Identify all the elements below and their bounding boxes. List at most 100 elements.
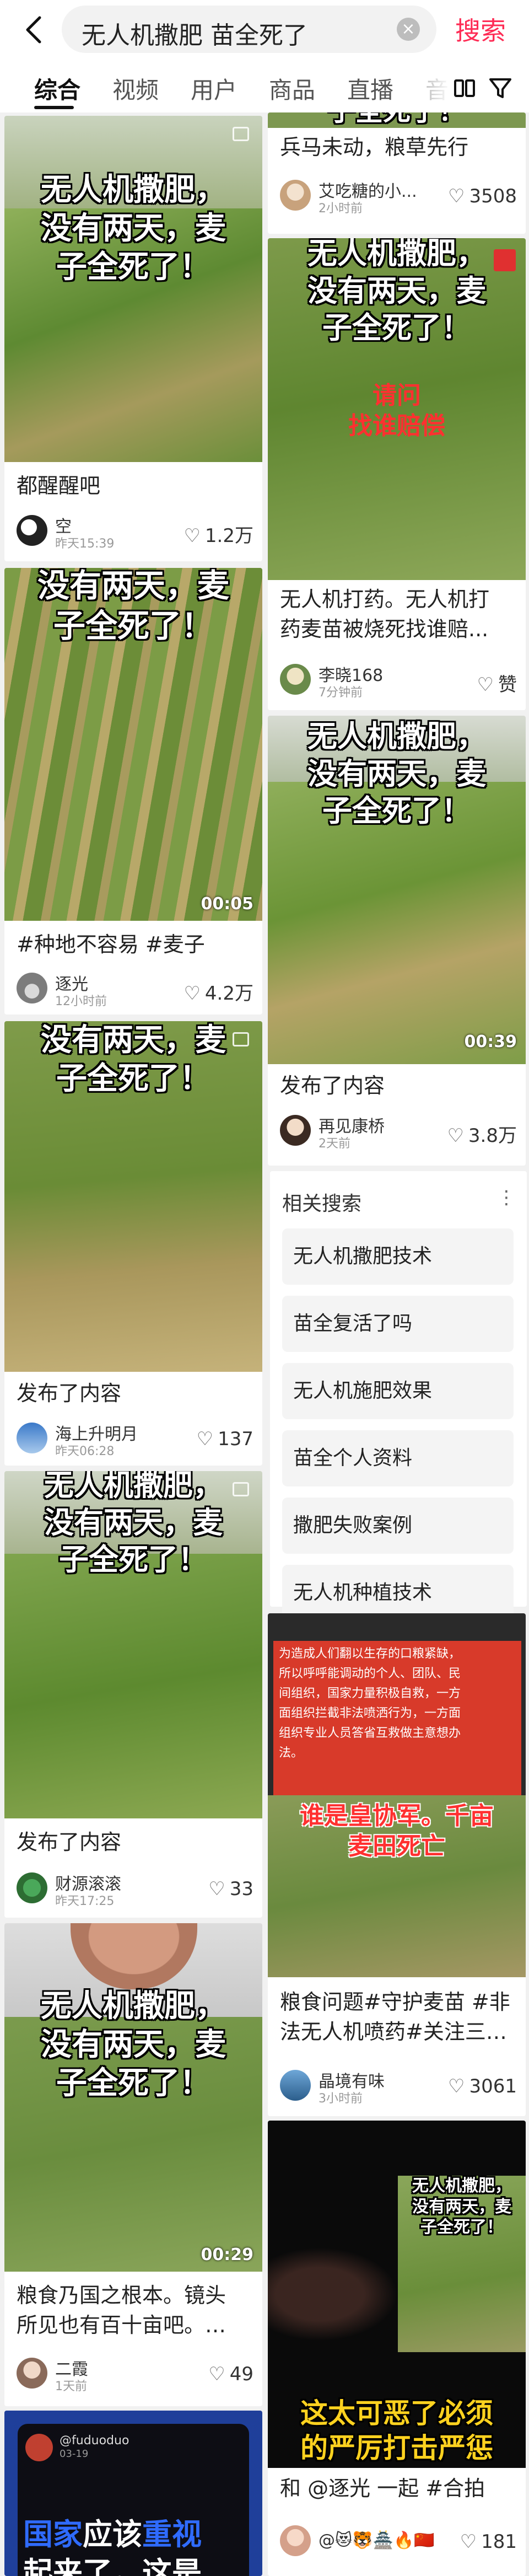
overlay-line: 子全死了！ (56, 249, 210, 285)
search-query-text: 无人机撒肥 苗全死了 (82, 22, 307, 50)
like-count[interactable]: ♡ 49 (208, 2363, 253, 2385)
overlay-line: 请问 (373, 382, 421, 410)
related-searches-panel: 相关搜索 ⋮ 无人机撒肥技术 苗全复活了吗 无人机施肥效果 苗全个人资料 撒肥失… (270, 1171, 527, 1621)
related-search-item[interactable]: 苗全复活了吗 (282, 1296, 514, 1352)
video-card[interactable]: 子全死了！ 兵马未动，粮草先行 艾吃糖的小... 2小时前 ♡3508 (268, 112, 526, 234)
text-line: 面组织拦截非法喷洒行为，一方面 (279, 1706, 461, 1720)
video-card[interactable]: 无人机撒肥， 没有两天，麦 子全死了！ 发布了内容 财源滚滚 昨天17:25 ♡… (4, 1471, 262, 1918)
video-card[interactable]: 无人机撒肥， 没有两天，麦 子全死了！ 都醒醒吧 空 昨天15:39 ♡ 1.2万 (4, 116, 262, 561)
heart-icon: ♡ (183, 983, 201, 1005)
title-line: 法无人机喷药#关注三… (280, 2020, 507, 2044)
like-count[interactable]: ♡ 1.2万 (183, 520, 253, 548)
post-time: 1天前 (55, 2380, 87, 2393)
tab-video[interactable]: 视频 (112, 72, 159, 105)
post-time: 3小时前 (319, 2092, 363, 2106)
search-button[interactable]: 搜索 (455, 11, 506, 47)
like-count[interactable]: ♡ 137 (197, 1428, 253, 1450)
tab-live[interactable]: 直播 (347, 72, 393, 105)
overlay-line: 无人机撒肥， (412, 2176, 511, 2196)
avatar[interactable] (280, 1115, 311, 1146)
overlay-line: 子全死了！ (322, 793, 471, 828)
card-title: 兵马未动，粮草先行 (280, 135, 469, 159)
related-search-item[interactable]: 无人机施肥效果 (282, 1363, 514, 1419)
like-count[interactable]: ♡ 赞 (477, 669, 517, 696)
author-row: 二霞 1天前 ♡ 49 (17, 2355, 253, 2393)
handle-date: 03-19 (60, 2448, 89, 2460)
like-count[interactable]: ♡ 3061 (448, 2075, 517, 2097)
related-search-item[interactable]: 无人机撒肥技术 (282, 1228, 514, 1285)
title-line: 粮食乃国之根本。镜头 (17, 2283, 226, 2307)
heart-icon: ♡ (196, 1428, 214, 1450)
video-card[interactable]: 为造成人们翻以生存的口粮紧缺， 所以呼呼能调动的个人、团队、民 间组织，国家力量… (268, 1613, 526, 2116)
heart-icon: ♡ (477, 674, 494, 696)
like-count[interactable]: ♡ 181 (460, 2531, 517, 2553)
heart-icon: ♡ (447, 1125, 464, 1147)
card-title: 粮食问题#守护麦苗 #非 法无人机喷药#关注三… (280, 1987, 516, 2047)
card-title: 发布了内容 (17, 1381, 122, 1405)
overlay-line: 子全死了！ (56, 2065, 210, 2101)
active-tab-indicator (34, 106, 74, 109)
like-count[interactable]: ♡ 3.8万 (447, 1120, 517, 1147)
avatar (25, 2434, 53, 2461)
post-time: 7分钟前 (319, 686, 363, 700)
heart-icon: ♡ (447, 2075, 465, 2097)
more-options-icon[interactable]: ⋮ (497, 1187, 516, 1209)
video-card[interactable]: 无人机撒肥， 没有两天，麦 子全死了！ 请问 找谁赔偿 无人机打药。无人机打 药… (268, 238, 526, 710)
related-search-item[interactable]: 撒肥失败案例 (282, 1498, 514, 1554)
filter-icon[interactable] (487, 75, 514, 101)
video-card[interactable]: @fuduoduo 03-19 国家应该重视 起来了，这是 (4, 2411, 262, 2576)
search-input[interactable]: 无人机撒肥 苗全死了 × (62, 6, 436, 53)
video-card[interactable]: 无人机撒肥， 没有两天，麦 子全死了！ 这太可恶了必须 的严厉打击严惩 和 @逐… (268, 2121, 526, 2576)
top-bar: 无人机撒肥 苗全死了 × 搜索 (0, 0, 529, 60)
overlay-line: 没有两天，麦 (44, 1505, 223, 1540)
tab-comprehensive[interactable]: 综合 (34, 72, 80, 105)
video-thumbnail: 没有两天，麦 子全死了！ (4, 1021, 262, 1372)
related-search-item[interactable]: 无人机种植技术 (282, 1565, 514, 1621)
overlay-line: 无人机撒肥， (44, 1471, 223, 1502)
like-count[interactable]: ♡ 4.2万 (183, 978, 253, 1005)
video-thumbnail: 无人机撒肥， 没有两天，麦 子全死了！ 请问 找谁赔偿 (268, 238, 526, 580)
avatar[interactable] (17, 2358, 47, 2389)
overlay-line: 无人机撒肥， (307, 238, 486, 271)
card-title: 粮食乃国之根本。镜头 所见也有百十亩吧。… (17, 2280, 252, 2340)
video-card[interactable]: 没有两天，麦 子全死了！ 发布了内容 海上升明月 昨天06:28 ♡ 137 (4, 1021, 262, 1466)
overlay-line: 国家应该重视 (23, 2517, 202, 2552)
video-card[interactable]: 无人机撒肥， 没有两天，麦 子全死了！ 00:39 发布了内容 再见康桥 2天前… (268, 716, 526, 1166)
back-icon[interactable] (22, 14, 46, 45)
text-line: 法。 (279, 1746, 304, 1760)
avatar[interactable] (17, 1423, 47, 1453)
card-title: #种地不容易 #麦子 (17, 932, 205, 957)
card-title: 发布了内容 (280, 1074, 385, 1098)
avatar[interactable] (280, 664, 311, 695)
clear-icon[interactable]: × (397, 18, 420, 41)
overlay-line: 的严厉打击严惩 (300, 2432, 493, 2464)
video-thumbnail: 无人机撒肥， 没有两天，麦 子全死了！ 00:39 (268, 716, 526, 1064)
avatar[interactable] (280, 2525, 311, 2556)
text-line: 组织专业人员答省互救做主意想办 (279, 1726, 461, 1740)
author-row: 海上升明月 昨天06:28 ♡ 137 (17, 1420, 253, 1458)
tab-fade (423, 64, 451, 112)
heart-icon: ♡ (208, 2363, 225, 2385)
avatar[interactable] (17, 973, 47, 1003)
card-title: 发布了内容 (17, 1830, 122, 1854)
avatar[interactable] (280, 2070, 311, 2101)
avatar[interactable] (17, 515, 47, 546)
avatar[interactable] (280, 180, 311, 211)
tab-users[interactable]: 用户 (191, 72, 237, 105)
post-time: 昨天17:25 (55, 1895, 115, 1908)
video-card[interactable]: 无人机撒肥， 没有两天，麦 子全死了！ 00:29 粮食乃国之根本。镜头 所见也… (4, 1923, 262, 2406)
overlay-line: 子全死了！ (268, 112, 526, 128)
author-row: @😻🐯🏯🔥🇨🇳 ♡ 181 (280, 2523, 517, 2558)
overlay-line: 麦田死亡 (348, 1832, 445, 1860)
tab-products[interactable]: 商品 (269, 72, 315, 105)
avatar[interactable] (17, 1872, 47, 1903)
like-count[interactable]: ♡ 33 (208, 1878, 253, 1900)
author-name[interactable]: @😻🐯🏯🔥🇨🇳 (319, 2531, 435, 2550)
heart-icon: ♡ (183, 525, 201, 547)
related-search-item[interactable]: 苗全个人资料 (282, 1430, 514, 1486)
author-row: 财源滚滚 昨天17:25 ♡ 33 (17, 1870, 253, 1908)
overlay-line: 没有两天，麦 (41, 1022, 226, 1058)
like-count[interactable]: ♡ 3508 (448, 185, 517, 207)
video-card[interactable]: 没有两天，麦 子全死了！ 00:05 #种地不容易 #麦子 逐光 12小时前 ♡… (4, 568, 262, 1015)
grid-view-icon[interactable] (452, 75, 478, 101)
